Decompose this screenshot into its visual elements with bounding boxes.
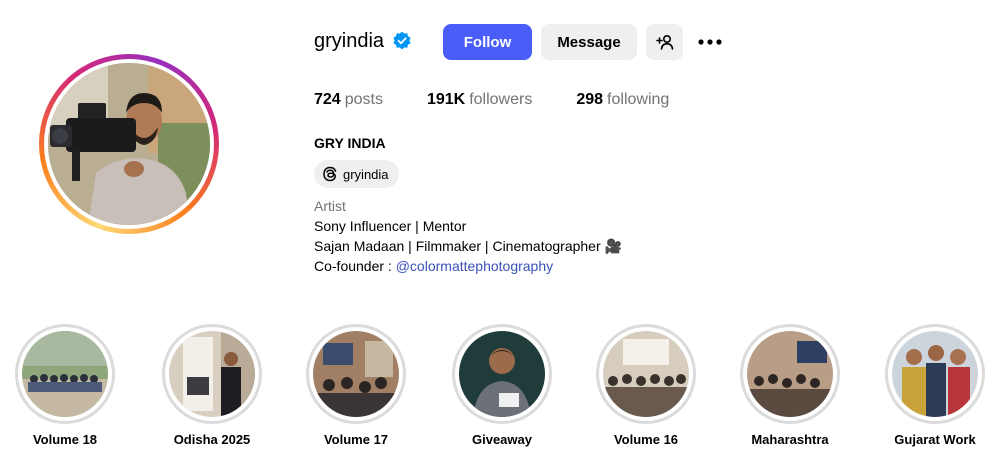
- highlight-item[interactable]: Volume 17: [296, 324, 416, 447]
- highlight-label: Gujarat Work: [894, 432, 976, 447]
- followers-label: followers: [469, 91, 533, 108]
- profile-avatar[interactable]: [48, 63, 210, 225]
- add-user-icon: [655, 34, 673, 50]
- suggest-accounts-button[interactable]: [646, 24, 683, 60]
- highlight-item[interactable]: Volume 18: [5, 324, 125, 447]
- threads-handle: gryindia: [343, 166, 389, 182]
- bio-line-2: Sajan Madaan | Filmmaker | Cinematograph…: [314, 238, 622, 254]
- highlight-cover: [22, 331, 108, 417]
- highlight-label: Volume 16: [613, 432, 679, 447]
- highlight-cover: [603, 331, 689, 417]
- profile-avatar-ring[interactable]: [39, 54, 219, 234]
- bio-line-3-prefix: Co-founder :: [314, 258, 396, 274]
- highlight-ring: [740, 324, 840, 424]
- highlight-ring: [15, 324, 115, 424]
- story-highlights: Volume 18 Odisha 2025 Volume 17 Giveaway: [0, 324, 1000, 468]
- message-button[interactable]: Message: [541, 24, 637, 60]
- threads-badge[interactable]: gryindia: [314, 160, 399, 188]
- highlight-ring: [596, 324, 696, 424]
- highlight-label: Maharashtra: [751, 432, 829, 447]
- profile-full-name: GRY INDIA: [314, 135, 386, 151]
- highlight-item[interactable]: Gujarat Work: [875, 324, 995, 447]
- following-stat[interactable]: 298 following: [576, 91, 669, 109]
- following-count: 298: [576, 91, 604, 108]
- highlight-item[interactable]: Odisha 2025: [152, 324, 272, 447]
- followers-stat[interactable]: 191K followers: [427, 91, 532, 109]
- highlight-cover: [892, 331, 978, 417]
- following-label: following: [607, 91, 670, 108]
- profile-bio: Artist Sony Influencer | Mentor Sajan Ma…: [314, 196, 622, 276]
- highlight-item[interactable]: Maharashtra: [730, 324, 850, 447]
- highlight-label: Volume 18: [32, 432, 98, 447]
- highlight-item[interactable]: Giveaway: [442, 324, 562, 447]
- more-options-icon: [698, 39, 722, 45]
- username-row: gryindia: [314, 22, 412, 60]
- username: gryindia: [314, 29, 385, 52]
- highlight-label: Volume 17: [323, 432, 389, 447]
- highlight-item[interactable]: Volume 16: [586, 324, 706, 447]
- bio-mention-link[interactable]: @colormattephotography: [396, 258, 553, 274]
- more-options-button[interactable]: [696, 29, 724, 55]
- highlight-label: Giveaway: [472, 432, 532, 447]
- profile-avatar-border: [44, 59, 214, 229]
- highlight-cover: [313, 331, 399, 417]
- posts-label: posts: [344, 91, 383, 108]
- follow-button[interactable]: Follow: [443, 24, 532, 60]
- highlight-ring: [162, 324, 262, 424]
- highlight-ring: [306, 324, 406, 424]
- highlight-cover: [169, 331, 255, 417]
- profile-photo-illustration: [48, 63, 210, 225]
- bio-line-3: Co-founder : @colormattephotography: [314, 256, 622, 276]
- highlight-label: Odisha 2025: [173, 432, 251, 447]
- profile-stats: 724 posts 191K followers 298 following: [314, 91, 713, 109]
- highlight-cover: [459, 331, 545, 417]
- profile-category: Artist: [314, 198, 346, 214]
- highlight-cover: [747, 331, 833, 417]
- bio-line-1: Sony Influencer | Mentor: [314, 218, 467, 234]
- posts-count: 724: [314, 91, 341, 108]
- highlight-ring: [452, 324, 552, 424]
- threads-icon: [323, 166, 337, 182]
- posts-stat: 724 posts: [314, 91, 383, 109]
- highlight-ring: [885, 324, 985, 424]
- followers-count: 191K: [426, 91, 466, 108]
- verified-badge-icon: [393, 31, 411, 50]
